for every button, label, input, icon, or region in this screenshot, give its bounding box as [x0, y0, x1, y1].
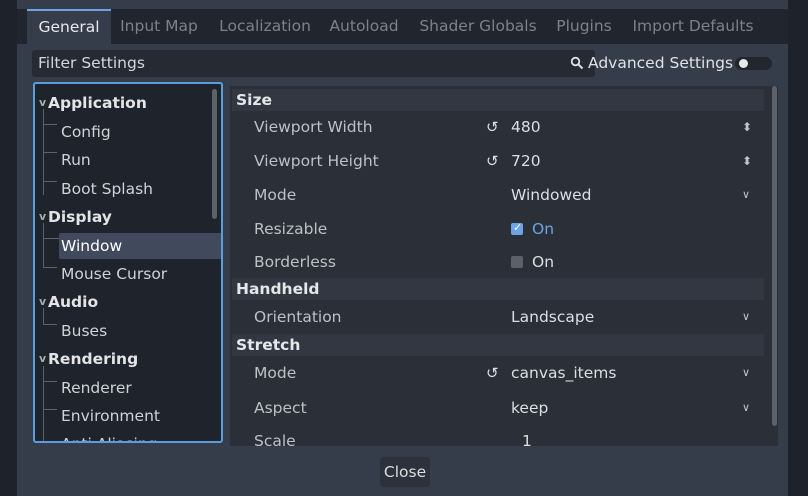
mode-dropdown[interactable]: Windowed	[511, 178, 592, 212]
chevron-down-icon: v	[39, 295, 47, 308]
prop-label: Orientation	[254, 308, 342, 326]
tree-item-label: Config	[61, 123, 111, 141]
tree-item-config[interactable]: Config	[35, 118, 221, 146]
tree-item-boot-splash[interactable]: Boot Splash	[35, 175, 221, 203]
revert-icon[interactable]: ↺	[486, 110, 499, 144]
borderless-checkbox[interactable]	[511, 256, 523, 268]
tree-item-window[interactable]: Window	[35, 232, 221, 260]
prop-label: Scale	[254, 432, 296, 446]
close-button[interactable]: Close	[380, 457, 430, 487]
resizable-checkbox[interactable]: ✓	[511, 221, 523, 235]
prop-label: Resizable	[254, 220, 328, 238]
viewport-height-field[interactable]: 720	[511, 144, 541, 178]
tree-group-label: Audio	[48, 293, 99, 311]
prop-label: Mode	[254, 364, 297, 382]
checkbox-label[interactable]: On	[532, 212, 554, 246]
viewport-width-field[interactable]: 480	[511, 110, 541, 144]
prop-label: Viewport Width	[254, 118, 373, 136]
prop-label: Borderless	[254, 253, 336, 271]
tree-group-audio[interactable]: v Audio	[35, 288, 221, 316]
tree-item-buses[interactable]: Buses	[35, 317, 221, 345]
prop-viewport-height: Viewport Height ↺ 720 ⬍	[230, 144, 764, 178]
tab-import-defaults[interactable]: Import Defaults	[630, 9, 756, 44]
chevron-down-icon: v	[39, 210, 47, 223]
tree-group-application[interactable]: v Application	[35, 89, 221, 117]
filter-settings-input[interactable]: Filter Settings	[32, 50, 595, 77]
tree-scrollbar[interactable]	[212, 89, 217, 219]
tab-general[interactable]: General	[27, 9, 111, 44]
toggle-knob	[739, 59, 748, 68]
chevron-down-icon: v	[39, 352, 47, 365]
spinner-icon[interactable]: ⬍	[742, 110, 752, 144]
stretch-mode-dropdown[interactable]: canvas_items	[511, 356, 616, 390]
tab-bar: General Input Map Localization Autoload …	[17, 9, 788, 44]
prop-mode: Mode Windowed ∨	[230, 178, 764, 212]
aspect-dropdown[interactable]: keep	[511, 391, 548, 425]
tab-autoload[interactable]: Autoload	[327, 9, 401, 44]
tree-group-display[interactable]: v Display	[35, 203, 221, 231]
chevron-down-icon[interactable]: ∨	[742, 178, 750, 212]
tree-item-environment[interactable]: Environment	[35, 402, 221, 430]
tree-item-label: Environment	[61, 407, 160, 425]
tree-group-label: Rendering	[48, 350, 139, 368]
prop-scale: Scale 1	[230, 424, 764, 446]
tree-item-renderer[interactable]: Renderer	[35, 374, 221, 402]
prop-resizable: Resizable ✓ On	[230, 212, 764, 246]
spinner-icon[interactable]: ⬍	[742, 144, 752, 178]
prop-borderless: Borderless On	[230, 245, 764, 279]
tree-item-label: Run	[61, 151, 91, 169]
chevron-down-icon: v	[39, 96, 47, 109]
tab-shader-globals[interactable]: Shader Globals	[416, 9, 540, 44]
tree-item-run[interactable]: Run	[35, 146, 221, 174]
chevron-down-icon[interactable]: ∨	[742, 391, 750, 425]
orientation-dropdown[interactable]: Landscape	[511, 300, 594, 334]
section-size[interactable]: Size	[232, 89, 764, 111]
property-inspector: Size Viewport Width ↺ 480 ⬍ Viewport Hei…	[230, 86, 778, 446]
tree-item-label: Anti Aliasing	[61, 430, 158, 441]
tree-item-label: Mouse Cursor	[61, 265, 168, 283]
tab-localization[interactable]: Localization	[217, 9, 313, 44]
tree-item-label: Buses	[61, 322, 108, 340]
prop-label: Viewport Height	[254, 152, 379, 170]
prop-label: Mode	[254, 186, 297, 204]
inspector-scrollbar[interactable]	[772, 86, 777, 426]
revert-icon[interactable]: ↺	[486, 144, 499, 178]
prop-stretch-mode: Mode ↺ canvas_items ∨	[230, 356, 764, 390]
search-icon	[570, 56, 584, 70]
tree-group-label: Display	[48, 208, 112, 226]
chevron-down-icon[interactable]: ∨	[742, 356, 750, 390]
tree-item-label: Renderer	[61, 379, 132, 397]
advanced-settings-toggle[interactable]	[735, 57, 772, 70]
tree-item-label: Boot Splash	[61, 180, 153, 198]
tree-item-label: Window	[61, 237, 123, 255]
check-icon: ✓	[513, 221, 523, 234]
section-stretch[interactable]: Stretch	[232, 334, 764, 356]
scale-field[interactable]: 1	[522, 424, 532, 446]
tree-item-anti-aliasing[interactable]: Anti Aliasing	[35, 430, 221, 441]
prop-label: Aspect	[254, 399, 307, 417]
tab-input-map[interactable]: Input Map	[115, 9, 203, 44]
chevron-down-icon[interactable]: ∨	[742, 300, 750, 334]
prop-viewport-width: Viewport Width ↺ 480 ⬍	[230, 110, 764, 144]
project-settings-window: General Input Map Localization Autoload …	[17, 0, 788, 496]
tree-group-label: Application	[48, 94, 147, 112]
section-handheld[interactable]: Handheld	[232, 278, 764, 300]
settings-tree: v Application Config Run Boot Splash v D…	[33, 82, 223, 443]
revert-icon[interactable]: ↺	[486, 356, 499, 390]
prop-orientation: Orientation Landscape ∨	[230, 300, 764, 334]
prop-aspect: Aspect keep ∨	[230, 391, 764, 425]
tree-group-rendering[interactable]: v Rendering	[35, 345, 221, 373]
advanced-settings-label: Advanced Settings	[588, 54, 734, 72]
tree-item-mouse-cursor[interactable]: Mouse Cursor	[35, 260, 221, 288]
filter-placeholder: Filter Settings	[38, 54, 145, 72]
checkbox-label[interactable]: On	[532, 245, 554, 279]
tab-plugins[interactable]: Plugins	[554, 9, 614, 44]
